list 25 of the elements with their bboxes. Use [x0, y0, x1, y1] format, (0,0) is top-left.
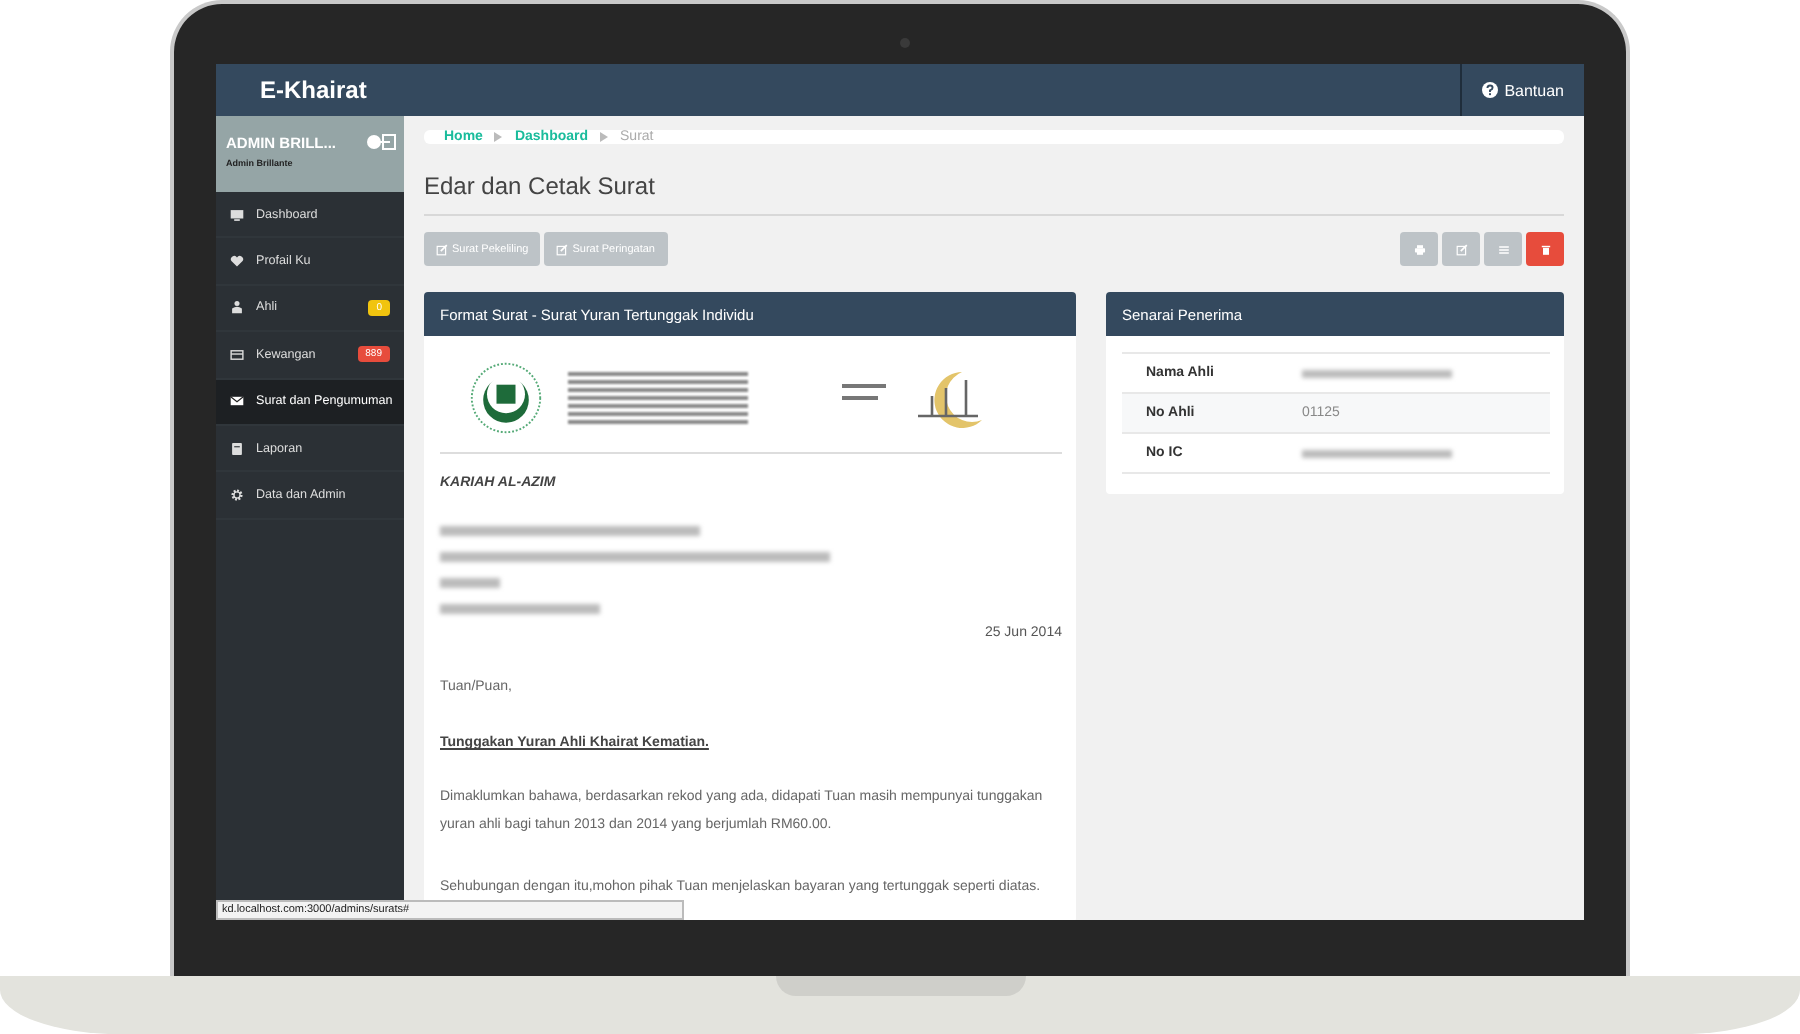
- list-button[interactable]: [1484, 232, 1522, 266]
- emblem-drawing: [468, 360, 544, 436]
- separator-icon: [494, 132, 503, 142]
- app-title: E-Khairat: [260, 76, 367, 104]
- print-button[interactable]: [1400, 232, 1438, 266]
- edit-icon: [556, 243, 569, 255]
- edit-icon: [1455, 243, 1467, 255]
- gear-icon: [230, 488, 244, 503]
- page-title: Edar dan Cetak Surat: [424, 172, 1564, 216]
- card-icon: [230, 347, 244, 362]
- help-logout-icon[interactable]: [366, 134, 396, 150]
- trash-icon: [1539, 243, 1551, 255]
- help-button[interactable]: Bantuan: [1460, 64, 1584, 116]
- printer-icon: [1413, 243, 1425, 255]
- trash-button[interactable]: [1526, 232, 1564, 266]
- edit-icon: [436, 243, 448, 255]
- edit-button[interactable]: [1442, 232, 1480, 266]
- report-icon: [230, 441, 244, 456]
- envelope-icon: [230, 394, 244, 409]
- list-icon: [1497, 243, 1509, 255]
- person-icon: [230, 300, 244, 315]
- help-icon: [1482, 82, 1499, 98]
- heart-icon: [230, 254, 244, 269]
- separator-icon: [600, 132, 609, 142]
- monitor-icon: [230, 207, 244, 222]
